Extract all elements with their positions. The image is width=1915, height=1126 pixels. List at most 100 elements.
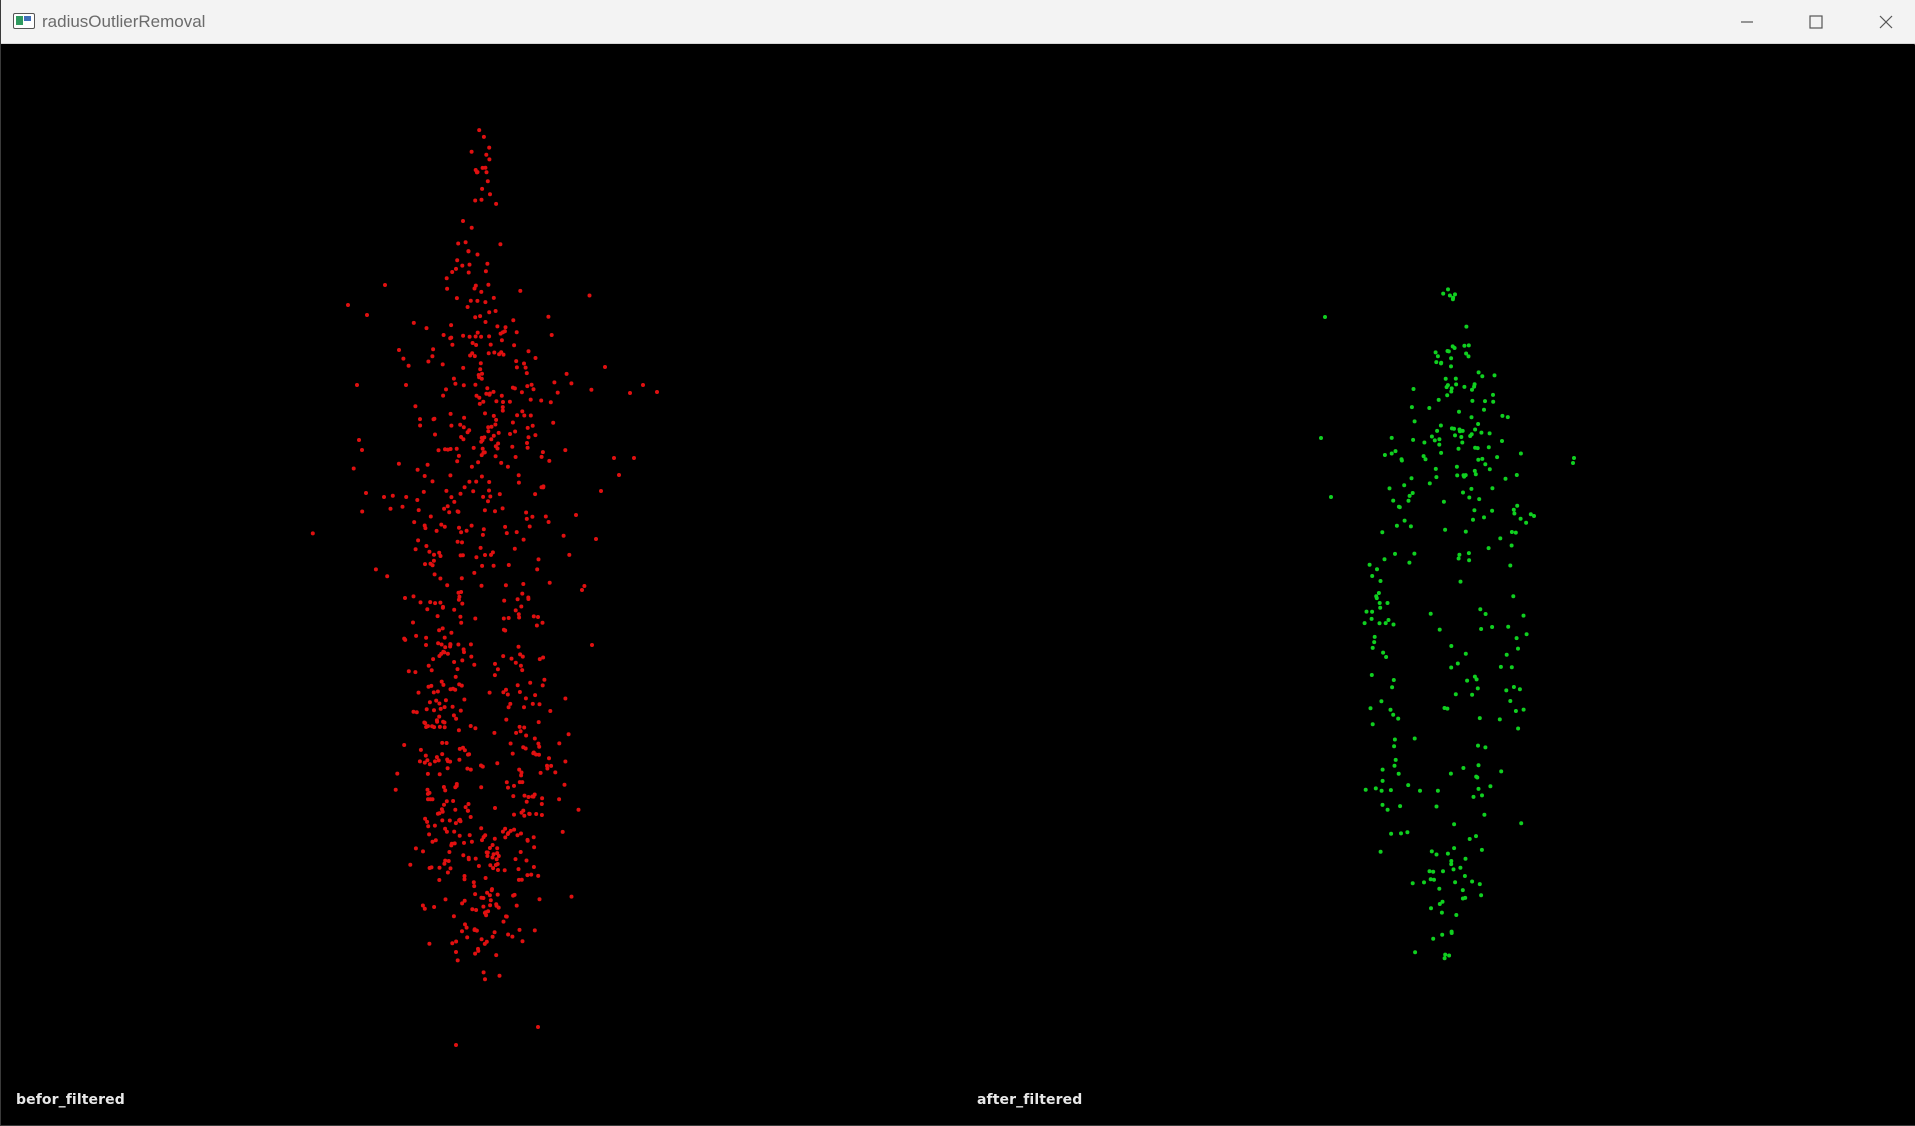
point-after bbox=[1500, 413, 1505, 418]
point-before bbox=[476, 946, 480, 951]
point-after bbox=[1385, 807, 1390, 812]
point-after bbox=[1467, 558, 1472, 563]
point-before bbox=[506, 705, 511, 710]
point-after bbox=[1532, 514, 1536, 518]
point-before bbox=[406, 669, 411, 674]
point-before bbox=[510, 385, 515, 390]
point-before bbox=[422, 474, 427, 478]
point-before bbox=[506, 785, 510, 790]
point-before bbox=[528, 680, 533, 685]
point-before bbox=[462, 840, 466, 845]
minimize-button[interactable] bbox=[1712, 0, 1782, 44]
point-before bbox=[521, 582, 526, 586]
point-before bbox=[440, 626, 445, 631]
point-after bbox=[1439, 450, 1444, 455]
title-bar[interactable]: radiusOutlierRemoval bbox=[1, 0, 1915, 44]
point-before-outlier bbox=[612, 456, 616, 460]
point-before bbox=[462, 415, 467, 420]
point-before bbox=[310, 531, 315, 536]
point-after bbox=[1469, 486, 1474, 491]
point-after bbox=[1370, 722, 1375, 727]
point-before bbox=[495, 892, 500, 897]
point-before bbox=[418, 423, 423, 428]
point-before bbox=[531, 835, 536, 840]
point-before bbox=[481, 904, 486, 909]
point-before bbox=[494, 953, 499, 958]
close-button[interactable] bbox=[1851, 0, 1915, 44]
point-before bbox=[489, 552, 493, 557]
point-before bbox=[498, 242, 503, 247]
point-before bbox=[533, 492, 538, 497]
point-before bbox=[497, 973, 502, 978]
point-after bbox=[1388, 788, 1393, 793]
point-before bbox=[423, 721, 428, 726]
point-before bbox=[476, 460, 481, 465]
point-before bbox=[470, 341, 475, 345]
point-before bbox=[458, 422, 463, 427]
maximize-button[interactable] bbox=[1781, 0, 1851, 44]
point-before bbox=[456, 453, 461, 458]
point-after bbox=[1396, 716, 1401, 721]
point-before bbox=[517, 927, 522, 932]
point-before bbox=[485, 850, 490, 855]
before-filtered-point-cloud[interactable] bbox=[2, 45, 962, 1125]
point-after bbox=[1508, 699, 1513, 703]
point-after bbox=[1452, 846, 1457, 851]
point-before bbox=[474, 908, 479, 912]
point-after bbox=[1433, 466, 1438, 471]
point-after bbox=[1499, 769, 1504, 774]
point-after bbox=[1379, 788, 1384, 793]
point-after bbox=[1462, 874, 1467, 878]
point-after bbox=[1382, 453, 1387, 457]
point-after bbox=[1443, 376, 1448, 381]
point-before bbox=[503, 325, 508, 330]
point-before bbox=[516, 644, 521, 649]
point-after bbox=[1500, 439, 1504, 443]
point-before bbox=[450, 704, 455, 709]
point-before bbox=[413, 547, 418, 552]
point-before bbox=[481, 970, 486, 975]
after-filtered-view[interactable]: after_filtered bbox=[962, 45, 1915, 1125]
point-before bbox=[533, 693, 538, 698]
point-before bbox=[514, 530, 519, 535]
point-after bbox=[1389, 831, 1394, 836]
point-before bbox=[555, 390, 560, 395]
point-before bbox=[589, 387, 594, 392]
point-after bbox=[1511, 685, 1516, 689]
point-before bbox=[469, 839, 474, 844]
point-before bbox=[455, 459, 460, 464]
point-before bbox=[562, 782, 567, 787]
point-before bbox=[540, 796, 545, 801]
point-before bbox=[455, 958, 460, 963]
point-before bbox=[453, 381, 458, 386]
point-before bbox=[454, 266, 458, 271]
point-after bbox=[1387, 486, 1392, 491]
point-before bbox=[506, 932, 511, 937]
point-after bbox=[1413, 950, 1418, 955]
point-after bbox=[1380, 530, 1385, 535]
point-before bbox=[429, 668, 434, 673]
point-before bbox=[456, 728, 461, 733]
point-after bbox=[1467, 495, 1472, 500]
point-before bbox=[548, 400, 553, 405]
point-before bbox=[480, 371, 484, 376]
point-before bbox=[411, 709, 416, 714]
point-after bbox=[1476, 457, 1481, 462]
point-before bbox=[465, 935, 470, 940]
point-before bbox=[526, 435, 531, 440]
point-before bbox=[467, 262, 472, 267]
point-before bbox=[422, 523, 427, 528]
point-before bbox=[461, 383, 466, 388]
point-before bbox=[525, 445, 530, 450]
point-before bbox=[421, 489, 426, 494]
point-after bbox=[1461, 490, 1465, 495]
point-cloud-viewport[interactable]: befor_filtered after_filtered bbox=[2, 45, 1915, 1125]
point-after bbox=[1449, 931, 1454, 935]
after-filtered-point-cloud[interactable] bbox=[962, 45, 1915, 1125]
point-before bbox=[474, 479, 479, 484]
before-filtered-view[interactable]: befor_filtered bbox=[2, 45, 962, 1125]
point-after bbox=[1514, 636, 1519, 641]
point-after bbox=[1462, 343, 1467, 348]
point-before bbox=[500, 506, 505, 511]
point-before bbox=[476, 864, 481, 868]
